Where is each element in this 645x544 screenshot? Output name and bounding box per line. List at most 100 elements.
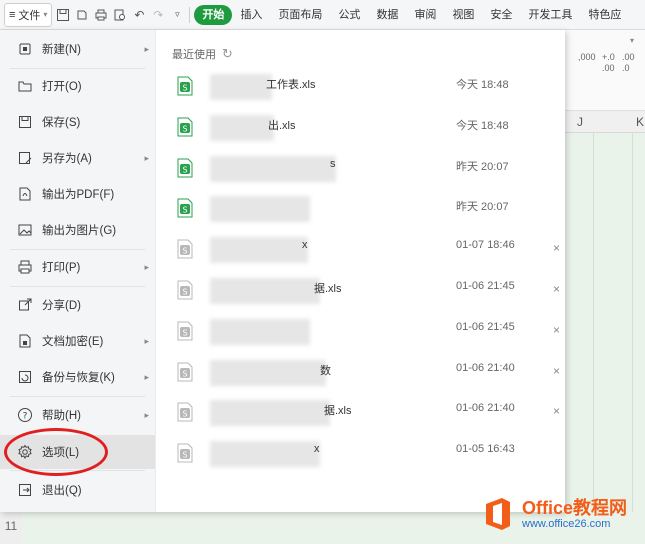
recent-file-name: 数 xyxy=(320,365,331,377)
menu-item-backup-restore[interactable]: 备份与恢复(K) ▸ xyxy=(0,360,155,394)
menu-item-print[interactable]: 打印(P) ▸ xyxy=(0,250,155,284)
print-preview-icon[interactable] xyxy=(112,7,128,23)
redacted-filename-area xyxy=(210,237,308,263)
watermark-title: Office教程网 xyxy=(522,498,628,518)
menu-item-open[interactable]: 打开(O) xyxy=(0,69,155,103)
tab-home[interactable]: 开始 xyxy=(194,4,233,25)
tab-formulas[interactable]: 公式 xyxy=(330,5,368,25)
svg-text:S: S xyxy=(182,288,187,297)
menu-item-label: 打开(O) xyxy=(42,81,82,93)
thousands-format-icon[interactable]: ,000 xyxy=(578,52,596,62)
submenu-arrow-icon: ▸ xyxy=(144,261,149,272)
menu-item-label: 分享(D) xyxy=(42,300,81,312)
decrease-decimal-icon[interactable]: .00 xyxy=(622,52,635,62)
recent-file-row[interactable]: S 工作表.xls 今天 18:48 xyxy=(172,70,562,110)
menu-item-label: 输出为PDF(F) xyxy=(42,189,115,201)
close-icon[interactable]: × xyxy=(553,282,560,296)
recent-file-row[interactable]: S 数 01-06 21:40 × xyxy=(172,356,562,396)
close-icon[interactable]: × xyxy=(553,241,560,255)
recent-file-row[interactable]: Ss 昨天 20:07 xyxy=(172,152,562,192)
recent-file-row[interactable]: S 出.xls 今天 18:48 xyxy=(172,111,562,151)
recent-file-time: 今天 18:48 xyxy=(456,79,509,91)
recent-file-time: 01-06 21:45 xyxy=(456,280,515,292)
recent-file-name: x xyxy=(302,239,308,251)
menu-item-export-image[interactable]: 输出为图片(G) xyxy=(0,213,155,247)
recent-file-row[interactable]: S 据.xls 01-06 21:45 × xyxy=(172,274,562,314)
column-header-j[interactable]: J xyxy=(577,115,583,129)
close-icon[interactable]: × xyxy=(553,323,560,337)
close-icon[interactable]: × xyxy=(553,404,560,418)
recent-file-row[interactable]: Sx 01-07 18:46 × xyxy=(172,233,562,273)
hamburger-icon: ≡ xyxy=(9,8,16,21)
menu-item-export-pdf[interactable]: 输出为PDF(F) xyxy=(0,177,155,211)
recent-file-row[interactable]: S 据.xls 01-06 21:40 × xyxy=(172,396,562,436)
recent-file-row[interactable]: S 昨天 20:07 xyxy=(172,192,562,232)
backup-icon xyxy=(16,368,34,386)
spreadsheet-file-icon: S xyxy=(177,443,193,463)
file-menu-button[interactable]: ≡ 文件 ▾ xyxy=(4,2,53,27)
save-quick-icon[interactable] xyxy=(55,7,71,23)
tab-security[interactable]: 安全 xyxy=(482,5,520,25)
save-as-icon xyxy=(16,149,34,167)
menu-item-label: 输出为图片(G) xyxy=(42,225,117,237)
print-icon xyxy=(16,258,34,276)
recent-file-time: 01-05 16:43 xyxy=(456,443,515,455)
print-quick-icon[interactable] xyxy=(93,7,109,23)
tab-page-layout[interactable]: 页面布局 xyxy=(270,5,330,25)
row-header-11[interactable]: 11 xyxy=(0,512,22,544)
recent-file-time: 01-06 21:40 xyxy=(456,362,515,374)
column-headers: J K xyxy=(560,112,645,133)
recent-file-row[interactable]: Sx 01-05 16:43 xyxy=(172,437,562,477)
decrease-decimal-label: .00 xyxy=(602,63,615,73)
menu-item-help[interactable]: ? 帮助(H) ▸ xyxy=(0,398,155,432)
redacted-filename-area xyxy=(210,74,272,100)
submenu-arrow-icon: ▸ xyxy=(144,409,149,420)
menu-item-exit[interactable]: 退出(Q) xyxy=(0,473,155,507)
tab-data[interactable]: 数据 xyxy=(368,5,406,25)
svg-text:S: S xyxy=(182,370,187,379)
undo-icon[interactable]: ↶ xyxy=(131,7,147,23)
tab-developer[interactable]: 开发工具 xyxy=(520,5,580,25)
office-logo-icon xyxy=(486,498,510,530)
menu-item-label: 文档加密(E) xyxy=(42,336,104,348)
submenu-arrow-icon: ▸ xyxy=(144,335,149,346)
svg-text:S: S xyxy=(182,125,187,134)
menu-item-label: 退出(Q) xyxy=(42,485,82,497)
menu-item-label: 备份与恢复(K) xyxy=(42,372,115,384)
recent-file-time: 昨天 20:07 xyxy=(456,161,509,173)
tab-view[interactable]: 视图 xyxy=(444,5,482,25)
share-icon xyxy=(16,296,34,314)
menu-item-new[interactable]: 新建(N) ▸ xyxy=(0,32,155,66)
recent-file-time: 01-06 21:45 xyxy=(456,321,515,333)
menu-item-label: 保存(S) xyxy=(42,117,81,129)
svg-text:S: S xyxy=(182,451,187,460)
exit-icon xyxy=(16,481,34,499)
increase-decimal-icon[interactable]: +.0 xyxy=(602,52,615,62)
menu-item-save[interactable]: 保存(S) xyxy=(0,105,155,139)
customize-quick-access-icon[interactable]: ▿ xyxy=(169,7,185,23)
spreadsheet-file-icon: S xyxy=(177,321,193,341)
menu-item-encrypt[interactable]: 文档加密(E) ▸ xyxy=(0,324,155,358)
tab-features[interactable]: 特色应 xyxy=(580,5,629,25)
grid-line xyxy=(632,132,633,512)
close-icon[interactable]: × xyxy=(553,364,560,378)
submenu-arrow-icon: ▸ xyxy=(144,371,149,382)
svg-text:S: S xyxy=(182,247,187,256)
recent-file-row[interactable]: S 01-06 21:45 × xyxy=(172,315,562,355)
column-header-k[interactable]: K xyxy=(636,115,644,129)
tab-review[interactable]: 审阅 xyxy=(406,5,444,25)
redacted-filename-area xyxy=(210,400,330,426)
redacted-filename-area xyxy=(210,115,274,141)
folder-icon xyxy=(16,77,34,95)
menu-item-save-as[interactable]: 另存为(A) ▸ xyxy=(0,141,155,175)
file-menu-label: 文件 xyxy=(18,9,41,22)
dropdown-arrow-icon[interactable]: ▾ xyxy=(630,36,634,45)
new-icon xyxy=(16,40,34,58)
spreadsheet-file-icon: S xyxy=(177,198,193,218)
tab-insert[interactable]: 插入 xyxy=(232,5,270,25)
menu-item-share[interactable]: 分享(D) xyxy=(0,288,155,322)
refresh-icon[interactable]: ↻ xyxy=(222,46,233,62)
export-quick-icon[interactable] xyxy=(74,7,90,23)
redo-icon[interactable]: ↷ xyxy=(150,7,166,23)
watermark-url: www.office26.com xyxy=(522,518,611,530)
